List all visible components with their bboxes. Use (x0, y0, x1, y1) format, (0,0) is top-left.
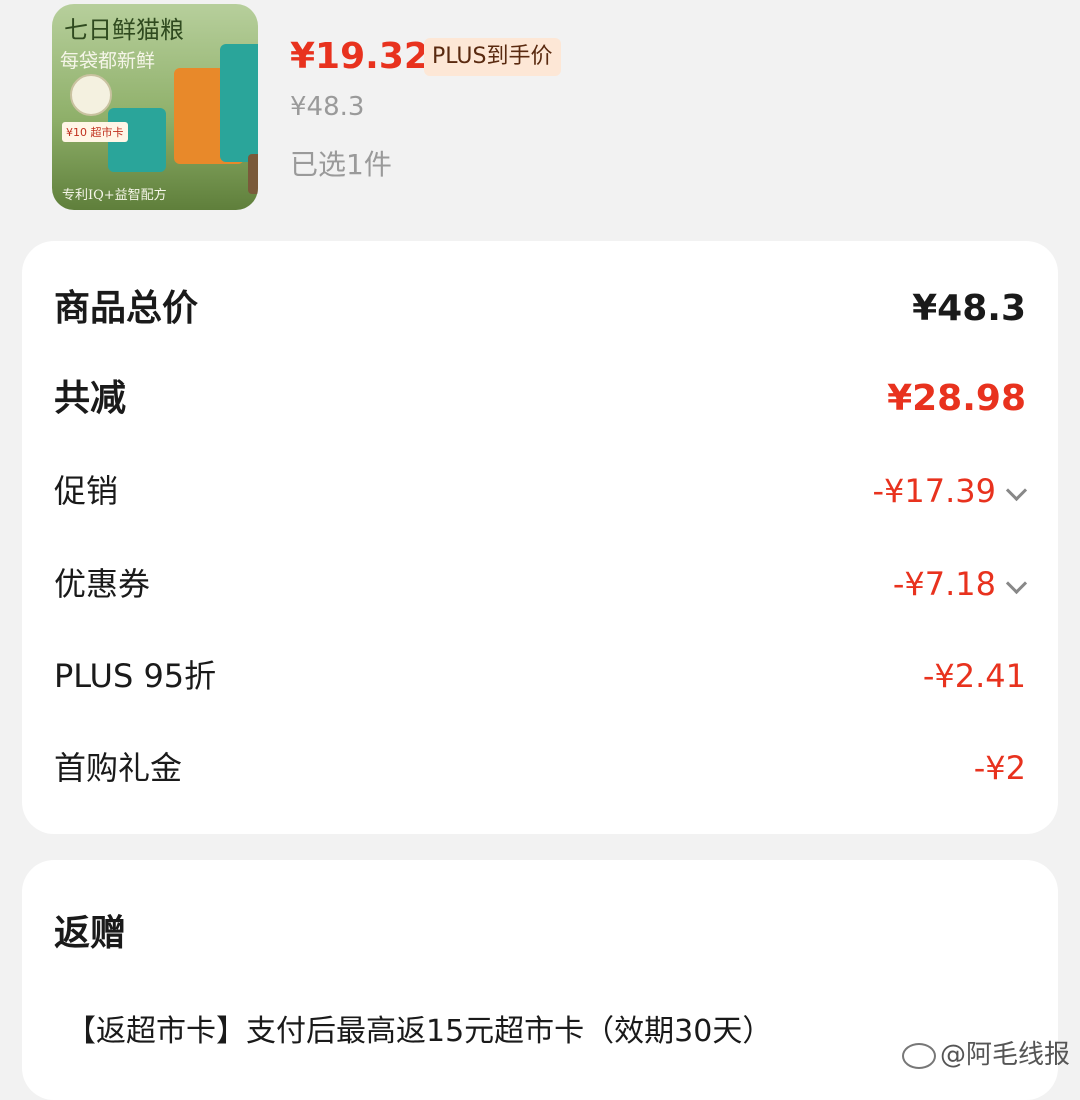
coupon-row[interactable]: 优惠券 -¥7.18 (54, 554, 1028, 614)
current-price: ¥19.32 (290, 36, 429, 77)
plus-discount-label: PLUS 95折 (54, 657, 217, 695)
weibo-icon (901, 1042, 936, 1069)
product-bag-teal (220, 44, 258, 162)
rebate-title: 返赠 (54, 913, 127, 954)
price-summary-card: 商品总价 ¥48.3 共减 ¥28.98 促销 -¥17.39 优惠券 -¥7.… (22, 241, 1058, 834)
total-price-value: ¥48.3 (912, 288, 1026, 329)
product-thumbnail[interactable]: 七日鲜猫粮 每袋都新鲜 ¥10 超市卡 专利IQ+益智配方 (52, 4, 258, 210)
seal-badge-icon (70, 74, 112, 116)
rebate-description: 【返超市卡】支付后最高返15元超市卡（效期30天） (66, 1014, 773, 1049)
first-purchase-gift-label: 首购礼金 (54, 749, 183, 787)
total-price-row: 商品总价 ¥48.3 (54, 279, 1026, 339)
tree-stump (248, 154, 258, 194)
original-price: ¥48.3 (290, 92, 365, 122)
plus-discount-value: -¥2.41 (922, 657, 1026, 695)
total-reduction-value: ¥28.98 (887, 378, 1026, 419)
thumbnail-card-badge: ¥10 超市卡 (62, 122, 128, 142)
thumbnail-title: 七日鲜猫粮 (64, 16, 184, 44)
promotion-row[interactable]: 促销 -¥17.39 (54, 461, 1028, 521)
total-reduction-label: 共减 (54, 378, 127, 419)
total-reduction-row: 共减 ¥28.98 (54, 369, 1026, 429)
first-purchase-gift-value: -¥2 (973, 749, 1026, 787)
thumbnail-footer: 专利IQ+益智配方 (62, 188, 167, 203)
plus-price-badge: PLUS到手价 (424, 38, 561, 76)
chevron-down-icon[interactable] (1005, 479, 1028, 502)
chevron-down-icon[interactable] (1005, 572, 1028, 595)
coupon-label: 优惠券 (54, 565, 151, 603)
thumbnail-subtitle: 每袋都新鲜 (60, 50, 156, 72)
total-price-label: 商品总价 (54, 288, 199, 329)
product-header: 七日鲜猫粮 每袋都新鲜 ¥10 超市卡 专利IQ+益智配方 ¥19.32 PLU… (0, 0, 1080, 240)
promotion-value: -¥17.39 (872, 472, 996, 510)
watermark: @阿毛线报 (901, 1034, 1070, 1071)
selected-count[interactable]: 已选1件 (290, 143, 392, 183)
watermark-text: @阿毛线报 (939, 1040, 1070, 1070)
promotion-label: 促销 (54, 472, 119, 510)
first-purchase-gift-row: 首购礼金 -¥2 (54, 738, 1026, 798)
plus-discount-row: PLUS 95折 -¥2.41 (54, 646, 1026, 706)
coupon-value: -¥7.18 (892, 565, 996, 603)
